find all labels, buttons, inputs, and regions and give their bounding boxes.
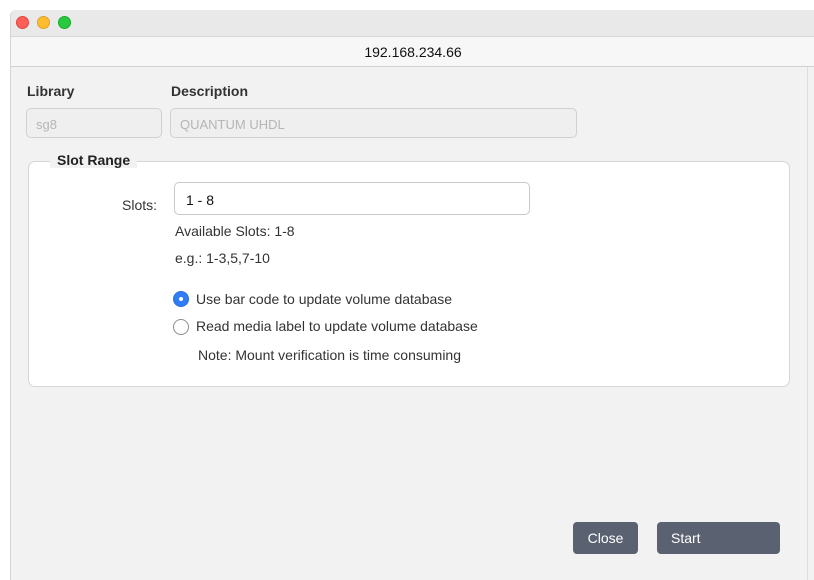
maximize-window-icon[interactable]	[58, 16, 71, 29]
close-window-icon[interactable]	[16, 16, 29, 29]
minimize-window-icon[interactable]	[37, 16, 50, 29]
window-title: 192.168.234.66	[364, 44, 462, 60]
media-label-radio[interactable]	[173, 319, 189, 335]
barcode-option-label[interactable]: Use bar code to update volume database	[196, 291, 452, 307]
window-divider	[807, 67, 808, 580]
slots-label: Slots:	[122, 197, 158, 213]
barcode-radio[interactable]	[173, 291, 189, 307]
available-slots-text: Available Slots: 1-8	[175, 223, 295, 239]
close-button[interactable]: Close	[573, 522, 638, 554]
slot-range-legend: Slot Range	[50, 152, 138, 168]
dialog-window: 192.168.234.66 Library Description sg8 Q…	[10, 10, 814, 580]
media-label-option-label[interactable]: Read media label to update volume databa…	[196, 318, 478, 334]
description-label: Description	[171, 83, 249, 99]
start-button[interactable]: Start	[657, 522, 780, 554]
title-bar[interactable]	[11, 10, 814, 36]
mount-verification-note: Note: Mount verification is time consumi…	[198, 347, 461, 363]
slots-input[interactable]: 1 - 8	[174, 182, 530, 215]
window-title-bar: 192.168.234.66	[11, 36, 814, 67]
slots-example-text: e.g.: 1-3,5,7-10	[175, 250, 270, 266]
library-label: Library	[27, 83, 75, 99]
description-field: QUANTUM UHDL	[170, 108, 577, 138]
library-field: sg8	[26, 108, 162, 138]
